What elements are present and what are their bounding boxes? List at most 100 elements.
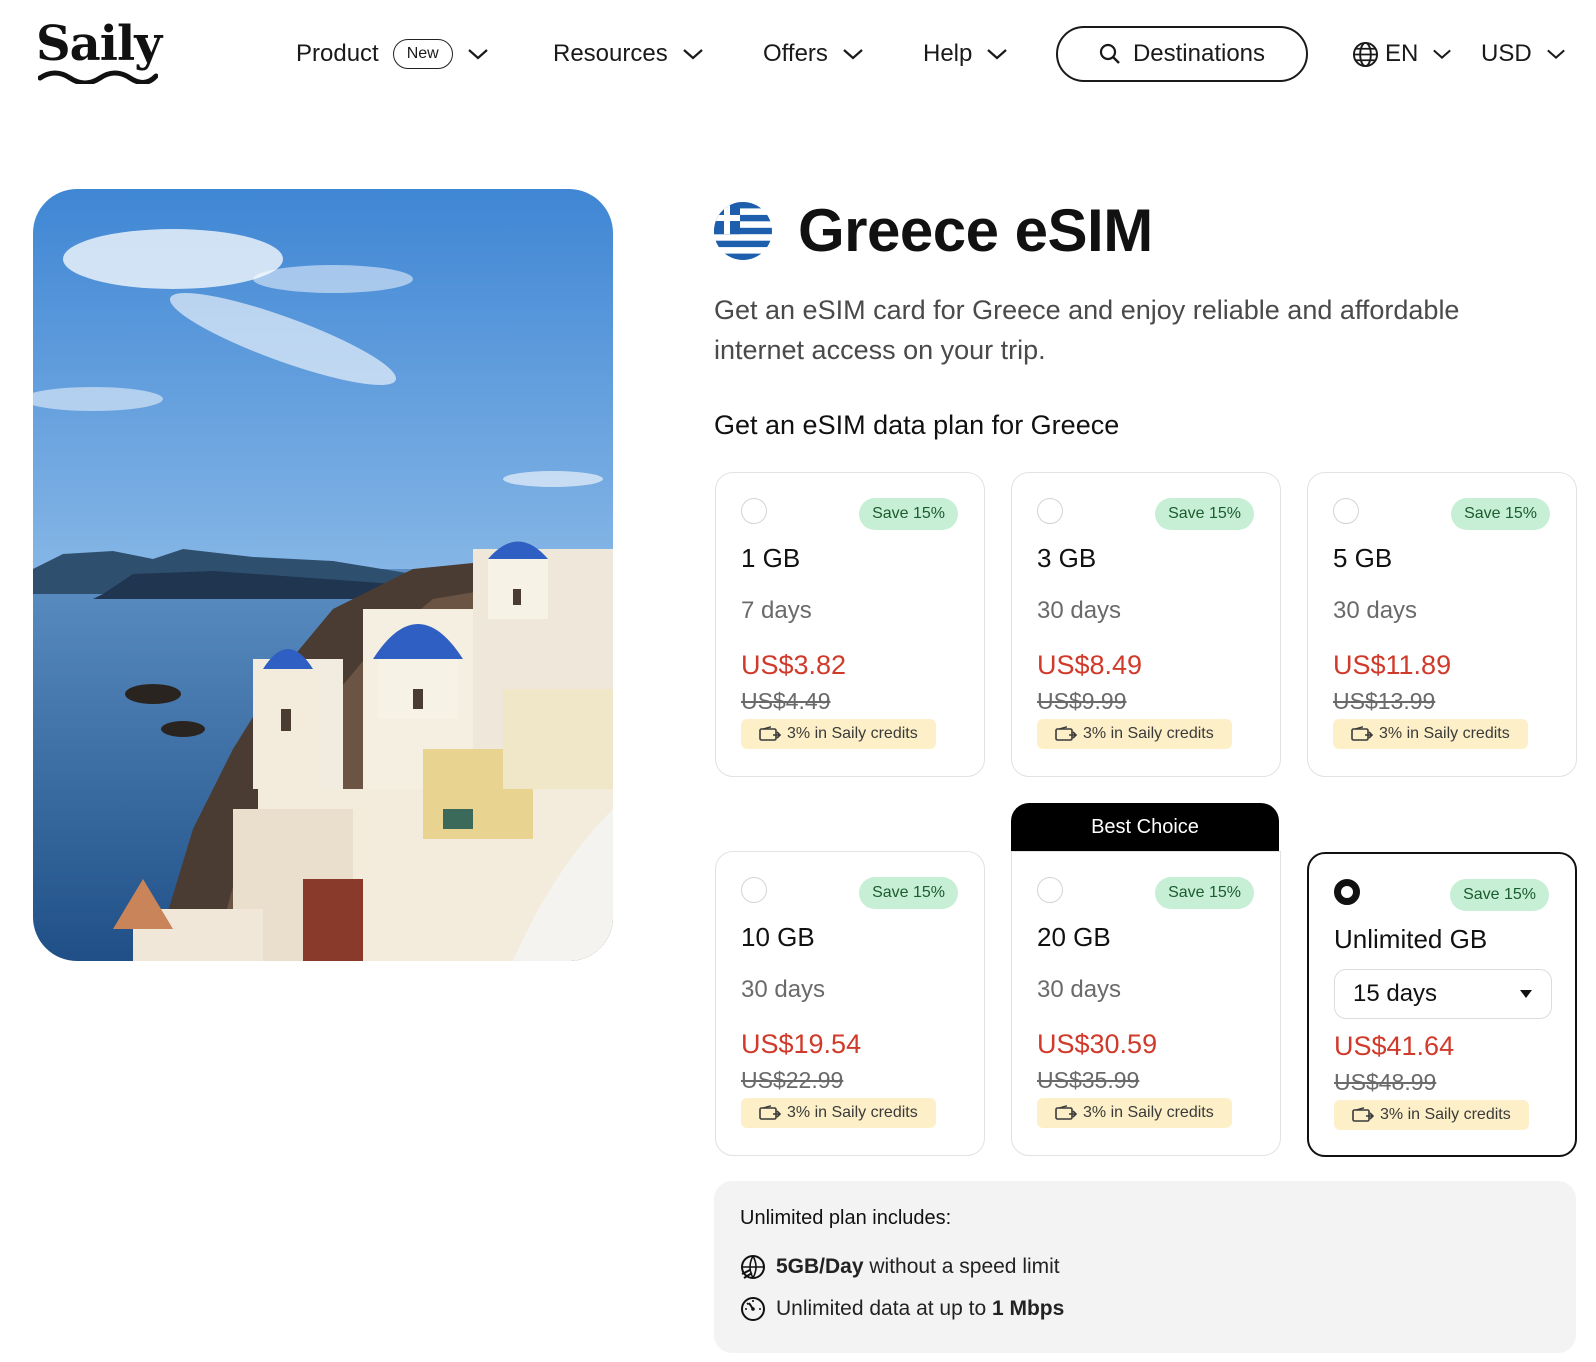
nav-product[interactable]: Product New [296,26,489,82]
plan-card-unlimited[interactable]: Save 15% Unlimited GB 15 days US$41.64 U… [1307,852,1577,1157]
wallet-icon [1055,726,1077,741]
plan-days: 30 days [1037,597,1122,624]
destinations-search-button[interactable]: Destinations [1056,26,1308,82]
days-dropdown[interactable]: 15 days [1334,969,1552,1019]
plan-card-3gb[interactable]: Save 15% 3 GB 30 days US$8.49 US$9.99 3%… [1011,472,1281,777]
greece-flag-icon [714,202,772,260]
page-title: Greece eSIM [798,197,1153,264]
chevron-down-icon [468,49,488,60]
nav-product-label: Product [296,40,379,67]
plan-old-price: US$48.99 [1334,1069,1437,1095]
credits-label: 3% in Saily credits [1379,725,1510,742]
plan-days: 30 days [1037,976,1122,1003]
currency-selector[interactable]: USD [1481,26,1566,82]
caret-down-icon [1520,990,1532,998]
plan-radio[interactable] [741,498,767,524]
chevron-down-icon [843,49,863,60]
save-badge: Save 15% [859,877,958,909]
page-subtitle: Get an eSIM card for Greece and enjoy re… [714,295,1460,365]
info-row2-bold: 1 Mbps [991,1297,1065,1320]
wallet-icon [759,1105,781,1120]
credits-label: 3% in Saily credits [787,725,918,742]
plan-old-price: US$9.99 [1037,688,1127,714]
plans-section-title: Get an eSIM data plan for Greece [714,410,1120,440]
plan-price: US$19.54 [741,1029,862,1059]
plan-price: US$8.49 [1037,650,1143,680]
plan-old-price: US$4.49 [741,688,831,714]
plan-radio-selected[interactable] [1334,879,1360,905]
plan-days: 30 days [741,976,826,1003]
plan-card-20gb[interactable]: Save 15% 20 GB 30 days US$30.59 US$35.99… [1011,851,1281,1156]
logo-wave-icon [38,70,158,84]
plan-radio[interactable] [1037,877,1063,903]
plan-old-price: US$13.99 [1333,688,1436,714]
credits-badge: 3% in Saily credits [741,719,936,749]
info-row1-text: without a speed limit [863,1255,1060,1278]
credits-badge: 3% in Saily credits [741,1098,936,1128]
credits-badge: 3% in Saily credits [1037,719,1232,749]
credits-badge: 3% in Saily credits [1333,719,1528,749]
days-dropdown-value: 15 days [1353,980,1438,1007]
info-row1-bold: 5GB/Day [776,1255,864,1278]
plan-price: US$30.59 [1037,1029,1158,1059]
info-row-speed: 5GB/Day without a speed limit [740,1254,1060,1280]
plan-old-price: US$22.99 [741,1067,844,1093]
chevron-down-icon [1546,49,1565,59]
globe-icon [1352,41,1379,67]
credits-label: 3% in Saily credits [1380,1106,1511,1123]
save-badge: Save 15% [1155,498,1254,530]
plan-price: US$3.82 [741,650,847,680]
plan-radio[interactable] [1037,498,1063,524]
credits-badge: 3% in Saily credits [1037,1098,1232,1128]
language-selector[interactable]: EN [1352,26,1452,82]
saily-logo[interactable]: Saily [36,18,162,84]
plan-data: 3 GB [1037,543,1097,573]
nav-resources[interactable]: Resources [553,26,704,82]
plan-radio[interactable] [1333,498,1359,524]
save-badge: Save 15% [859,498,958,530]
nav-resources-label: Resources [553,40,668,67]
santorini-illustration [33,189,613,961]
plan-data: Unlimited GB [1334,924,1488,954]
plan-data: 20 GB [1037,922,1111,952]
speed-globe-icon [741,1255,765,1279]
plan-price: US$41.64 [1334,1031,1455,1061]
chevron-down-icon [682,49,703,60]
speedometer-icon [741,1297,765,1321]
plan-price: US$11.89 [1333,650,1452,680]
credits-label: 3% in Saily credits [787,1104,918,1121]
info-row2-text: Unlimited data at up to [776,1297,992,1320]
wallet-icon [1055,1105,1077,1120]
credits-label: 3% in Saily credits [1083,1104,1214,1121]
nav-help[interactable]: Help [923,26,1008,82]
plan-days: 7 days [741,597,812,624]
plan-days: 30 days [1333,597,1418,624]
info-row-unlimited: Unlimited data at up to 1 Mbps [740,1296,1064,1322]
plan-card-5gb[interactable]: Save 15% 5 GB 30 days US$11.89 US$13.99 … [1307,472,1577,777]
language-label: EN [1385,40,1419,67]
wallet-icon [1351,726,1373,741]
header: Saily Product New Resources Offers Help … [0,0,1596,110]
credits-badge: 3% in Saily credits [1334,1100,1529,1130]
save-badge: Save 15% [1451,498,1550,530]
nav-help-label: Help [923,40,973,67]
currency-label: USD [1481,40,1532,67]
chevron-down-icon [987,49,1008,60]
plan-radio[interactable] [741,877,767,903]
plan-data: 10 GB [741,922,815,952]
plan-old-price: US$35.99 [1037,1067,1140,1093]
wallet-icon [1352,1107,1374,1122]
destinations-label: Destinations [1132,40,1266,67]
credits-label: 3% in Saily credits [1083,725,1214,742]
logo-text: Saily [36,16,162,72]
plan-card-1gb[interactable]: Save 15% 1 GB 7 days US$3.82 US$4.49 3% … [715,472,985,777]
chevron-down-icon [1433,49,1452,59]
unlimited-info-box: Unlimited plan includes: 5GB/Day without… [714,1181,1576,1353]
nav-offers[interactable]: Offers [763,26,864,82]
best-choice-ribbon: Best Choice [1011,803,1279,851]
plan-data: 1 GB [741,543,801,573]
plan-card-10gb[interactable]: Save 15% 10 GB 30 days US$19.54 US$22.99… [715,851,985,1156]
nav-offers-label: Offers [763,40,828,67]
wallet-icon [759,726,781,741]
santorini-photo [33,189,613,961]
